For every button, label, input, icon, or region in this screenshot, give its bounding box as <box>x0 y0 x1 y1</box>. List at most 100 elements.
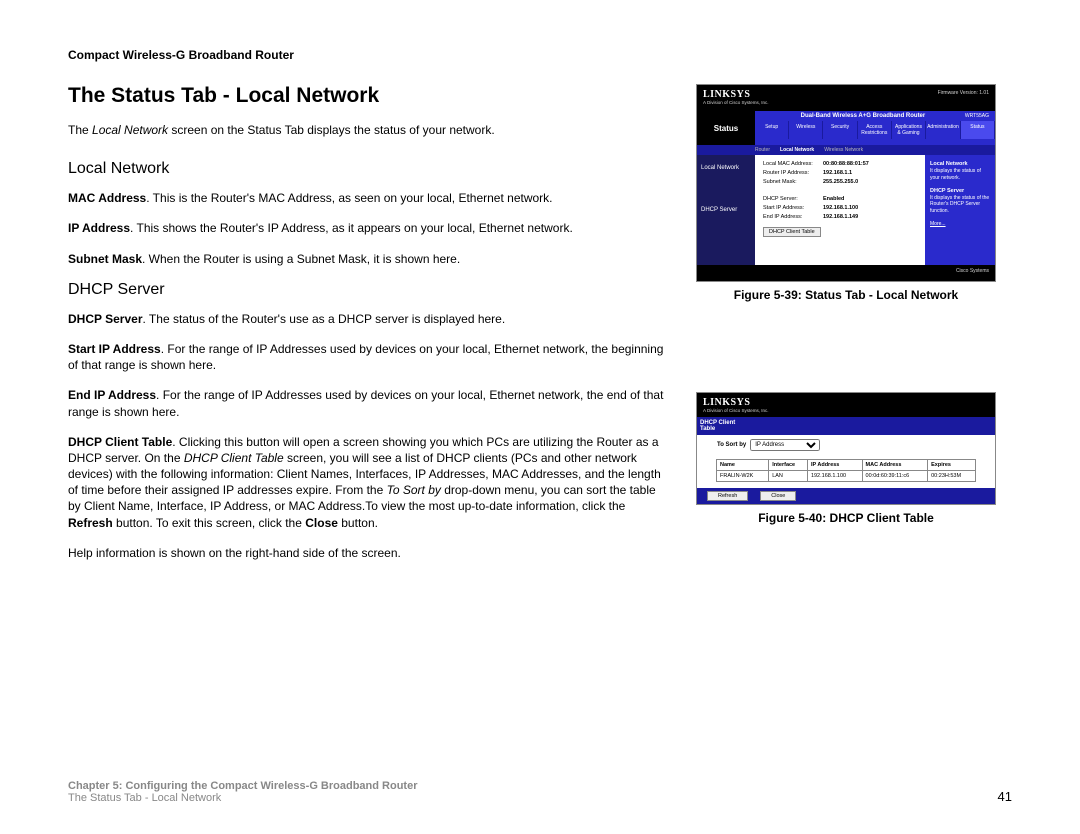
fig1-footer: Cisco Systems <box>697 265 995 281</box>
kv-mac-k: Local MAC Address: <box>763 161 823 167</box>
label-refresh: Refresh <box>68 516 113 530</box>
kv-sm-v: 255.255.255.0 <box>823 179 858 185</box>
main-tabs: Setup Wireless Security Access Restricti… <box>755 121 995 139</box>
firmware-version: Firmware Version: 1.01 <box>938 90 989 96</box>
kv-sm-k: Subnet Mask: <box>763 179 823 185</box>
intro-pre: The <box>68 123 92 137</box>
tab-security[interactable]: Security <box>823 121 857 139</box>
model-title: Dual-Band Wireless A+G Broadband Router <box>761 113 965 119</box>
para-end-ip: End IP Address. For the range of IP Addr… <box>68 387 668 419</box>
td-ip: 192.168.1.100 <box>807 471 862 482</box>
dhcp-client-table-button[interactable]: DHCP Client Table <box>763 227 821 237</box>
para-ip: IP Address. This shows the Router's IP A… <box>68 220 668 236</box>
model-number: WRT55AG <box>965 113 989 119</box>
kv-eip-k: End IP Address: <box>763 214 823 220</box>
fig1-tabbar: Status Dual-Band Wireless A+G Broadband … <box>697 111 995 145</box>
txt10: button. <box>338 516 378 530</box>
page-footer: Chapter 5: Configuring the Compact Wirel… <box>68 780 1012 804</box>
fig1-header: LINKSYS A Division of Cisco Systems, Inc… <box>697 85 995 111</box>
footer-section: The Status Tab - Local Network <box>68 792 417 804</box>
main-text-column: The Status Tab - Local Network The Local… <box>68 84 668 575</box>
em-dhcp-client-table: DHCP Client Table <box>184 451 284 465</box>
product-name: Compact Wireless-G Broadband Router <box>68 48 1012 62</box>
intro-paragraph: The Local Network screen on the Status T… <box>68 122 668 138</box>
fig2-brand: LINKSYS <box>703 397 989 408</box>
leftlabel-dhcp-server: DHCP Server <box>697 203 755 217</box>
close-button[interactable]: Close <box>760 491 796 501</box>
td-interface: LAN <box>769 471 808 482</box>
label-mac: MAC Address <box>68 191 146 205</box>
label-ip: IP Address <box>68 221 130 235</box>
section-heading-dhcp: DHCP Server <box>68 281 668 299</box>
brand-sub: A Division of Cisco Systems, Inc. <box>703 100 989 105</box>
client-table: Name Interface IP Address MAC Address Ex… <box>716 459 976 482</box>
th-ip: IP Address <box>807 460 862 471</box>
figures-column: LINKSYS A Division of Cisco Systems, Inc… <box>696 84 996 575</box>
help-t1: It displays the status of your network. <box>930 168 981 181</box>
th-mac: MAC Address <box>862 460 928 471</box>
table-row: FRALIN-W2K LAN 192.168.1.100 00:0d:60:39… <box>717 471 976 482</box>
sub-tabs: Router Local Network Wireless Network <box>697 145 995 155</box>
kv-sip-k: Start IP Address: <box>763 205 823 211</box>
footer-chapter: Chapter 5: Configuring the Compact Wirel… <box>68 780 417 792</box>
help-h2: DHCP Server <box>930 188 964 194</box>
label-dhcp-client-table: DHCP Client Table <box>68 435 172 449</box>
th-name: Name <box>717 460 769 471</box>
kv-eip-v: 192.168.1.149 <box>823 214 858 220</box>
figure-caption-2: Figure 5-40: DHCP Client Table <box>696 511 996 525</box>
help-h1: Local Network <box>930 161 968 167</box>
tab-apps[interactable]: Applications & Gaming <box>892 121 926 139</box>
tab-setup[interactable]: Setup <box>755 121 789 139</box>
label-end-ip: End IP Address <box>68 388 156 402</box>
kv-ds-v: Enabled <box>823 196 844 202</box>
cisco-logo: Cisco Systems <box>956 268 989 274</box>
section-heading-local-network: Local Network <box>68 160 668 178</box>
intro-post: screen on the Status Tab displays the st… <box>168 123 495 137</box>
tab-access[interactable]: Access Restrictions <box>858 121 892 139</box>
intro-em: Local Network <box>92 123 168 137</box>
text-dhcp-server: . The status of the Router's use as a DH… <box>142 312 505 326</box>
td-expires: 00:23H:53M <box>928 471 976 482</box>
status-label: Status <box>697 111 755 145</box>
para-help-info: Help information is shown on the right-h… <box>68 545 668 561</box>
para-dhcp-server: DHCP Server. The status of the Router's … <box>68 311 668 327</box>
tab-wireless[interactable]: Wireless <box>789 121 823 139</box>
leftlabel-local-network: Local Network <box>697 161 755 175</box>
text-subnet: . When the Router is using a Subnet Mask… <box>142 252 460 266</box>
figure-caption-1: Figure 5-39: Status Tab - Local Network <box>696 288 996 302</box>
th-expires: Expires <box>928 460 976 471</box>
td-name: FRALIN-W2K <box>717 471 769 482</box>
label-dhcp-server: DHCP Server <box>68 312 142 326</box>
tab-admin[interactable]: Administration <box>926 121 961 139</box>
fig2-title-bar: DHCP Client Table <box>697 417 995 435</box>
label-subnet: Subnet Mask <box>68 252 142 266</box>
kv-sip-v: 192.168.1.100 <box>823 205 858 211</box>
td-mac: 00:0d:60:39:11:c6 <box>862 471 928 482</box>
subtab-router[interactable]: Router <box>755 147 770 153</box>
help-more-link[interactable]: More... <box>930 221 946 227</box>
help-t2: It displays the status of the Router's D… <box>930 195 989 214</box>
para-start-ip: Start IP Address. For the range of IP Ad… <box>68 341 668 373</box>
fig2-brand-sub: A Division of Cisco Systems, Inc. <box>703 408 989 413</box>
kv-mac-v: 00:80:88:88:01:57 <box>823 161 869 167</box>
subtab-local-network[interactable]: Local Network <box>780 147 814 153</box>
sort-label: To Sort by <box>717 442 746 448</box>
label-start-ip: Start IP Address <box>68 342 161 356</box>
kv-ip-v: 192.168.1.1 <box>823 170 852 176</box>
refresh-button[interactable]: Refresh <box>707 491 748 501</box>
fig2-buttons: Refresh Close <box>697 488 995 504</box>
txt8: button. To exit this screen, click the <box>113 516 306 530</box>
text-ip: . This shows the Router's IP Address, as… <box>130 221 573 235</box>
fig2-header: LINKSYS A Division of Cisco Systems, Inc… <box>697 393 995 417</box>
em-to-sort-by: To Sort by <box>387 483 441 497</box>
label-close: Close <box>305 516 338 530</box>
fig2-sort-row: To Sort by IP Address <box>697 435 995 455</box>
tab-status[interactable]: Status <box>961 121 995 139</box>
fig1-help: Local Network It displays the status of … <box>925 155 995 265</box>
fig1-left-labels: Local Network DHCP Server <box>697 155 755 265</box>
fig2-title: DHCP Client Table <box>697 417 755 435</box>
kv-ds-k: DHCP Server: <box>763 196 823 202</box>
para-dhcp-client-table: DHCP Client Table. Clicking this button … <box>68 434 668 531</box>
sort-select[interactable]: IP Address <box>750 439 820 451</box>
subtab-wireless-network[interactable]: Wireless Network <box>824 147 863 153</box>
